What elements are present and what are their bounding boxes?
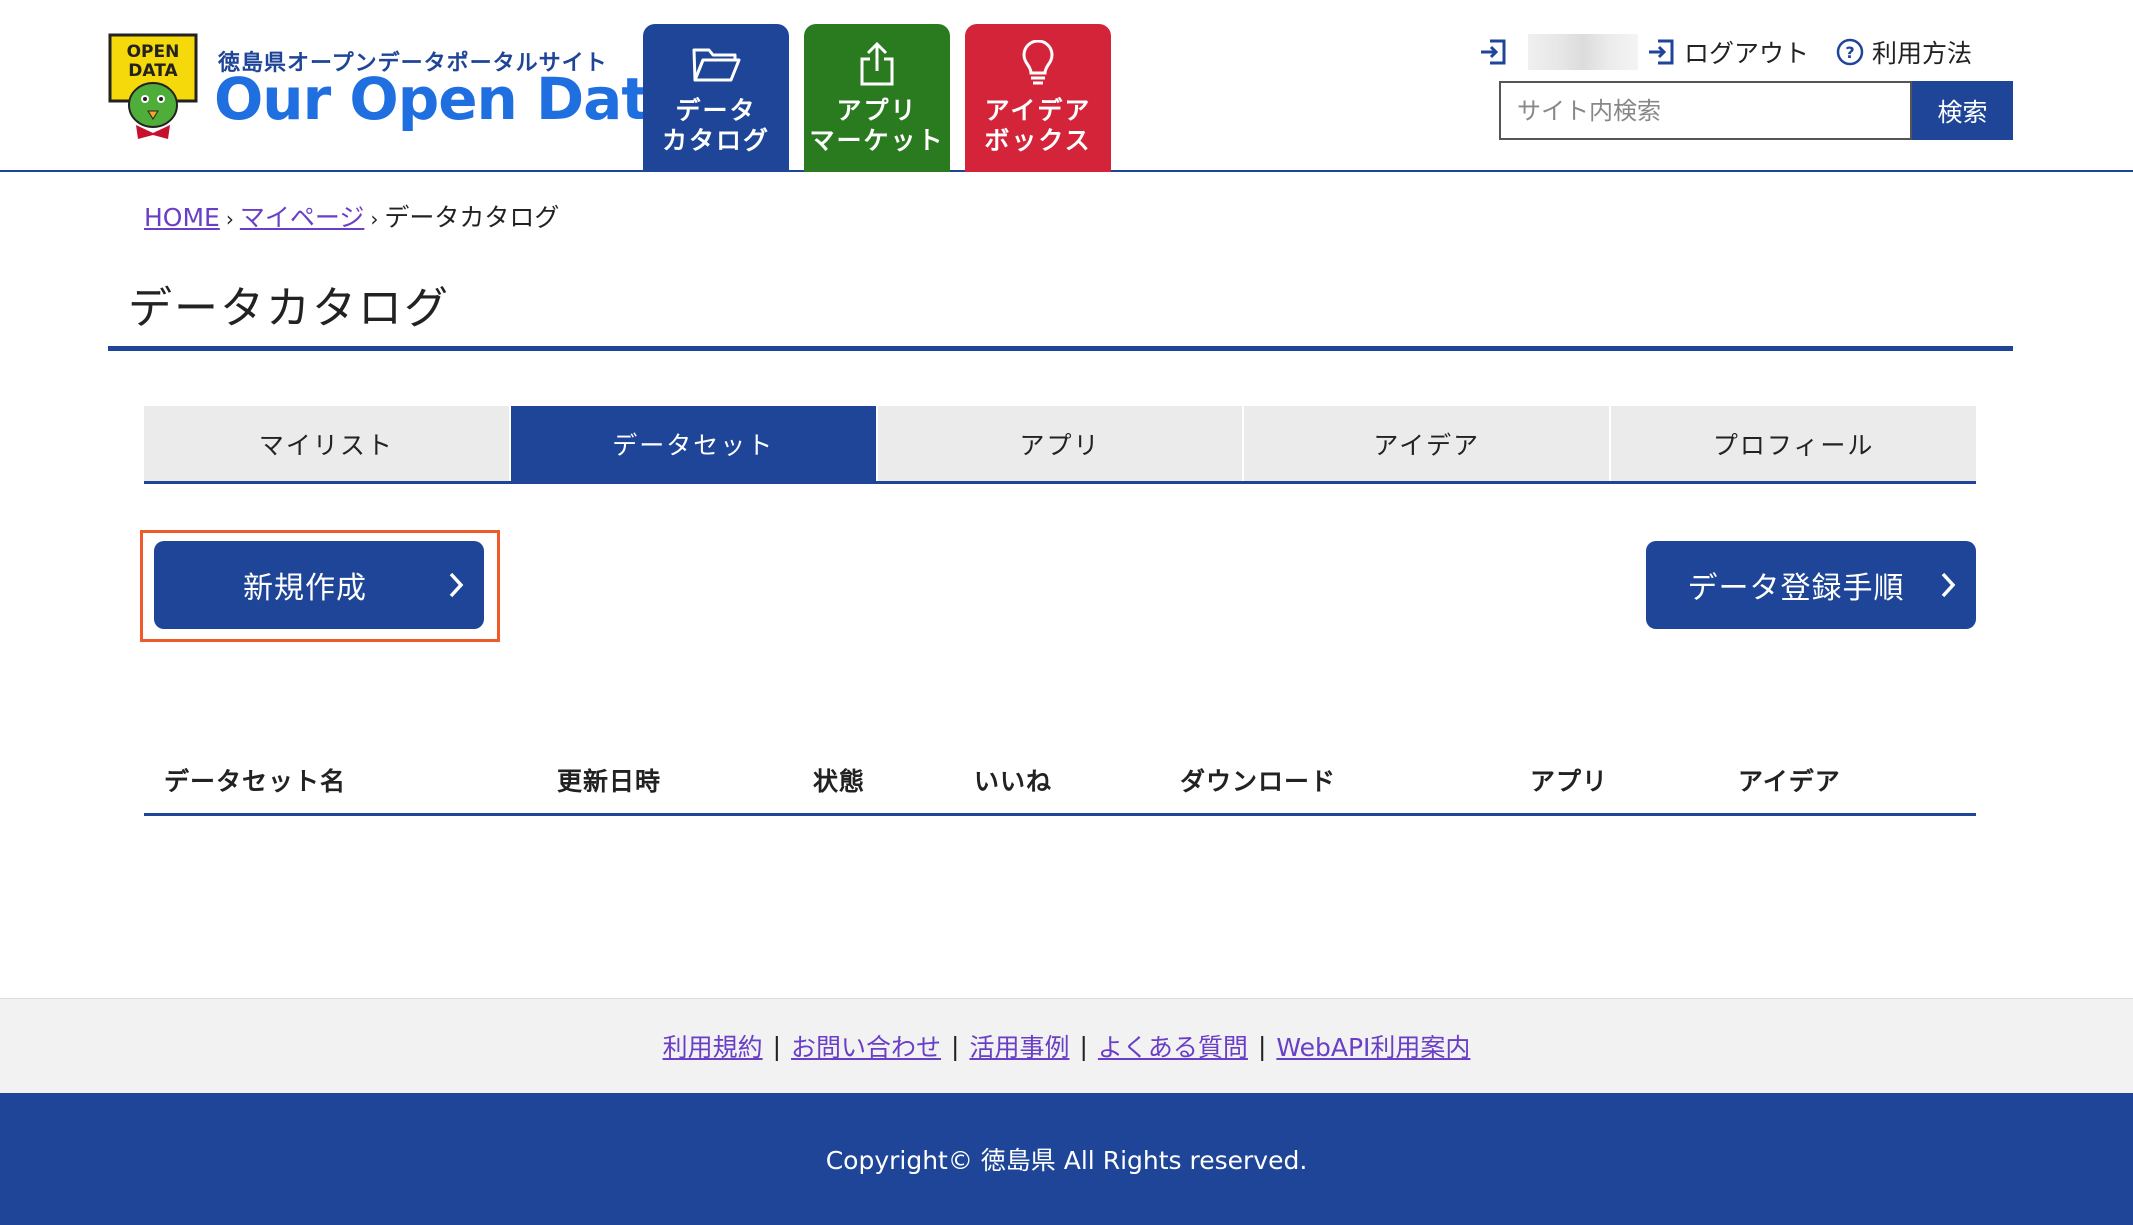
footer-separator: | — [1079, 1031, 1088, 1061]
column-downloads[interactable]: ダウンロード — [1180, 762, 1336, 798]
nav-app-market[interactable]: アプリ マーケット — [804, 24, 950, 172]
nav-data-catalog-label: データ カタログ — [661, 96, 770, 155]
data-registration-guide-button[interactable]: データ登録手順 — [1646, 541, 1976, 629]
chevron-right-icon — [1941, 572, 1956, 598]
footer-separator: | — [951, 1031, 960, 1061]
svg-text:?: ? — [1845, 43, 1854, 62]
site-header: OPEN DATA 徳島県オープンデータポータルサイト Our Open Dat… — [0, 0, 2133, 172]
open-data-mascot-logo[interactable]: OPEN DATA — [108, 33, 198, 143]
site-search-input[interactable] — [1499, 81, 1912, 140]
lightbulb-icon — [965, 38, 1111, 90]
create-new-label: 新規作成 — [243, 571, 367, 606]
breadcrumb-separator: › — [370, 207, 379, 231]
create-new-button[interactable]: 新規作成 — [154, 541, 484, 629]
login-icon — [1481, 39, 1506, 65]
help-link[interactable]: ? 利用方法 — [1836, 34, 1972, 70]
nav-data-catalog[interactable]: データ カタログ — [643, 24, 789, 172]
mascot-badge-line1: OPEN — [127, 42, 180, 62]
username-redacted — [1528, 34, 1638, 70]
footer-link-terms[interactable]: 利用規約 — [663, 1028, 763, 1064]
footer-copyright: Copyright© 徳島県 All Rights reserved. — [0, 1093, 2133, 1225]
nav-idea-box[interactable]: アイデア ボックス — [965, 24, 1111, 172]
mypage-tabs: マイリスト データセット アプリ アイデア プロフィール — [144, 406, 1976, 484]
logout-link[interactable]: ログアウト — [1646, 34, 1809, 70]
question-circle-icon: ? — [1836, 38, 1864, 66]
nav-app-market-label: アプリ マーケット — [809, 96, 945, 155]
breadcrumb-mypage[interactable]: マイページ — [240, 203, 365, 232]
footer-link-webapi[interactable]: WebAPI利用案内 — [1276, 1028, 1470, 1064]
share-icon — [804, 38, 950, 90]
site-title[interactable]: Our Open Data — [214, 70, 687, 128]
column-status[interactable]: 状態 — [813, 762, 865, 798]
breadcrumb: HOME › マイページ › データカタログ — [144, 198, 559, 234]
footer-separator: | — [772, 1031, 782, 1061]
search-button[interactable]: 検索 — [1912, 81, 2013, 140]
tab-app[interactable]: アプリ — [877, 406, 1245, 481]
tab-idea[interactable]: アイデア — [1244, 406, 1612, 481]
column-dataset-name[interactable]: データセット名 — [164, 762, 346, 798]
user-account-link[interactable] — [1478, 34, 1638, 70]
chevron-right-icon — [449, 572, 464, 598]
footer-link-case-studies[interactable]: 活用事例 — [969, 1028, 1069, 1064]
column-likes[interactable]: いいね — [974, 762, 1052, 798]
data-registration-guide-label: データ登録手順 — [1687, 571, 1905, 606]
column-apps[interactable]: アプリ — [1530, 762, 1608, 798]
title-divider — [108, 346, 2013, 351]
logout-icon — [1649, 39, 1674, 65]
help-label: 利用方法 — [1872, 39, 1973, 68]
column-ideas[interactable]: アイデア — [1738, 762, 1841, 798]
mascot-badge-line2: DATA — [128, 61, 178, 81]
tab-mylist[interactable]: マイリスト — [144, 406, 511, 481]
page-title: データカタログ — [128, 283, 450, 334]
footer-separator: | — [1257, 1031, 1267, 1061]
logout-label: ログアウト — [1684, 39, 1810, 68]
column-updated-at[interactable]: 更新日時 — [557, 762, 661, 798]
footer-links: 利用規約 | お問い合わせ | 活用事例 | よくある質問 | WebAPI利用… — [0, 998, 2133, 1093]
breadcrumb-separator: › — [225, 207, 234, 231]
folder-icon — [643, 38, 789, 90]
nav-idea-box-label: アイデア ボックス — [984, 96, 1092, 155]
tab-dataset[interactable]: データセット — [510, 406, 878, 481]
dataset-table-header: データセット名 更新日時 状態 いいね ダウンロード アプリ アイデア — [144, 746, 1976, 816]
footer-link-faq[interactable]: よくある質問 — [1098, 1028, 1248, 1064]
tab-profile[interactable]: プロフィール — [1611, 406, 1976, 481]
breadcrumb-current: データカタログ — [384, 203, 560, 232]
breadcrumb-home[interactable]: HOME — [144, 203, 220, 232]
footer-link-contact[interactable]: お問い合わせ — [791, 1028, 941, 1064]
